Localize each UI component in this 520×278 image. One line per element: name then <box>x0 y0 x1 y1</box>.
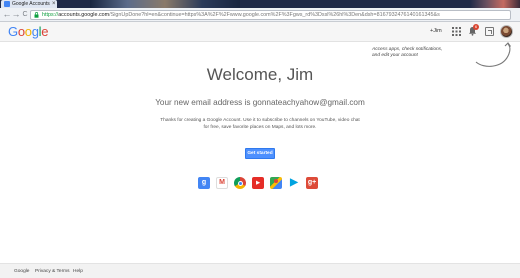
url-text: https://accounts.google.com/SignUpDone?h… <box>42 12 440 18</box>
logo-letter: G <box>8 24 18 39</box>
logo-letter: e <box>41 24 49 39</box>
gmail-icon[interactable]: M <box>216 177 228 189</box>
new-email-message: Your new email address is gonnateachyaho… <box>155 98 365 107</box>
google-header-bar: Google +Jim 6 <box>0 22 520 42</box>
google-plus-icon[interactable]: g+ <box>306 177 318 189</box>
account-description: Thanks for creating a Google Account. Us… <box>160 118 360 130</box>
google-favicon-icon <box>4 1 10 7</box>
tab-title: Google Accounts <box>12 1 50 7</box>
window-background <box>470 0 520 8</box>
footer: Google Privacy & Terms Help <box>0 263 520 278</box>
browser-tabstrip: Google Accounts × <box>0 0 520 8</box>
window-background <box>90 0 240 8</box>
logo-letter: o <box>17 24 25 39</box>
reload-button[interactable]: C <box>20 9 30 20</box>
apps-grid-icon[interactable] <box>452 27 461 36</box>
google-search-icon[interactable]: g <box>198 177 210 189</box>
footer-help-link[interactable]: Help <box>73 268 83 275</box>
browser-tab[interactable]: Google Accounts × <box>1 0 57 8</box>
user-link[interactable]: +Jim <box>430 27 442 36</box>
maps-icon[interactable] <box>270 177 282 189</box>
lock-icon <box>34 12 39 18</box>
notification-count-badge: 6 <box>473 24 479 30</box>
account-tip-callout: Access apps, check notifications, and ed… <box>372 47 443 58</box>
product-icons-row: g M ▶ ▶ g+ <box>198 177 322 190</box>
footer-google-link[interactable]: Google <box>14 268 29 275</box>
share-icon[interactable] <box>485 27 494 36</box>
logo-letter: o <box>24 24 32 39</box>
close-tab-icon[interactable]: × <box>52 0 56 8</box>
google-logo[interactable]: Google <box>8 24 48 40</box>
welcome-heading: Welcome, Jim <box>206 65 314 84</box>
play-icon[interactable]: ▶ <box>288 177 300 189</box>
address-bar[interactable]: https://accounts.google.com/SignUpDone?h… <box>30 10 511 20</box>
browser-toolbar: ← → C https://accounts.google.com/SignUp… <box>0 8 520 22</box>
get-started-button[interactable]: Get started <box>245 148 275 159</box>
avatar[interactable] <box>500 25 513 38</box>
chrome-icon[interactable] <box>234 177 246 189</box>
youtube-icon[interactable]: ▶ <box>252 177 264 189</box>
logo-letter: g <box>31 24 39 39</box>
footer-privacy-terms-link[interactable]: Privacy & Terms <box>35 268 70 275</box>
